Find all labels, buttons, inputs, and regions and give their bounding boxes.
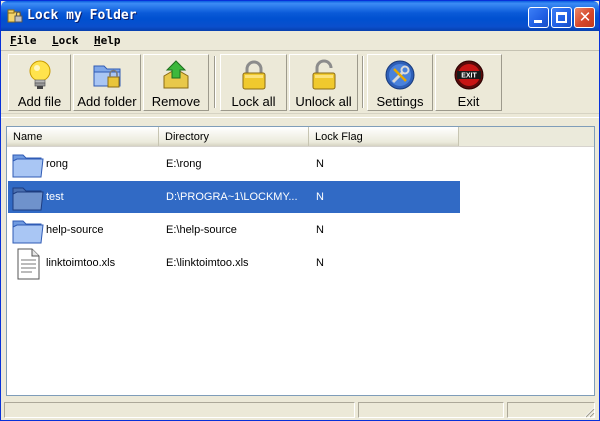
row-name: help-source: [46, 224, 104, 236]
settings-label: Settings: [376, 94, 424, 109]
toolbar-strip: [1, 117, 599, 125]
list-header: Name Directory Lock Flag: [7, 127, 594, 147]
padlock-open-icon: [312, 59, 335, 90]
file-list[interactable]: Name Directory Lock Flag rong E:\rong N …: [6, 126, 595, 396]
row-directory: D:\PROGRA~1\LOCKMY...: [166, 191, 298, 203]
gear-settings-icon: [385, 60, 415, 90]
row-directory: E:\help-source: [166, 224, 237, 236]
unlock-all-button[interactable]: Unlock all: [289, 54, 358, 111]
row-name: linktoimtoo.xls: [46, 257, 116, 269]
column-header-name[interactable]: Name: [7, 127, 159, 146]
window-title: Lock my Folder: [27, 8, 137, 23]
row-directory: E:\rong: [166, 158, 202, 170]
row-lock-flag: N: [316, 257, 324, 269]
column-header-lock-flag[interactable]: Lock Flag: [309, 127, 459, 146]
row-directory: E:\linktoimtoo.xls: [166, 257, 249, 269]
app-icon: [7, 9, 23, 23]
lightbulb-icon: [29, 60, 50, 89]
list-row[interactable]: help-source E:\help-source N: [8, 214, 460, 246]
row-lock-flag: N: [316, 224, 324, 236]
menu-lock[interactable]: Lock: [52, 34, 79, 47]
resize-grip-icon[interactable]: [583, 406, 595, 418]
folder-icon: [12, 187, 44, 211]
maximize-icon: [556, 12, 567, 23]
add-file-label: Add file: [17, 94, 62, 109]
toolbar: Add file Add folder Remove Lock all Unlo…: [1, 52, 599, 114]
list-row[interactable]: rong E:\rong N: [8, 148, 460, 180]
status-bar: [1, 400, 599, 420]
app-window: Lock my Folder ✕ File Lock Help Add file: [0, 0, 600, 421]
menu-help[interactable]: Help: [94, 34, 121, 47]
remove-arrow-icon: [163, 60, 189, 89]
status-panel-3: [507, 402, 595, 418]
padlock-closed-icon: [242, 60, 265, 90]
list-row-selected[interactable]: test D:\PROGRA~1\LOCKMY... N: [8, 181, 460, 213]
title-bar[interactable]: Lock my Folder ✕: [1, 1, 599, 31]
document-file-icon: [17, 248, 40, 280]
exit-label: Exit: [457, 94, 480, 109]
close-button[interactable]: ✕: [574, 7, 595, 28]
menu-bar: File Lock Help: [1, 31, 599, 51]
list-row[interactable]: linktoimtoo.xls E:\linktoimtoo.xls N: [8, 247, 460, 280]
row-lock-flag: N: [316, 191, 324, 203]
minimize-icon: [534, 20, 542, 23]
svg-text:EXIT: EXIT: [461, 73, 477, 80]
maximize-button[interactable]: [551, 7, 572, 28]
add-folder-button[interactable]: Add folder: [73, 54, 141, 111]
toolbar-separator: [362, 56, 364, 108]
remove-label: Remove: [151, 94, 201, 109]
add-folder-label: Add folder: [77, 94, 137, 109]
add-file-button[interactable]: Add file: [8, 54, 71, 111]
close-icon: ✕: [578, 8, 592, 26]
unlock-all-label: Unlock all: [295, 94, 352, 109]
folder-icon: [12, 154, 44, 178]
status-panel-2: [358, 402, 504, 418]
lock-all-button[interactable]: Lock all: [220, 54, 287, 111]
menu-file[interactable]: File: [10, 34, 37, 47]
settings-button[interactable]: Settings: [367, 54, 433, 111]
minimize-button[interactable]: [528, 7, 549, 28]
lock-all-label: Lock all: [231, 94, 276, 109]
exit-icon: EXIT: [454, 60, 483, 90]
remove-button[interactable]: Remove: [143, 54, 209, 111]
column-header-directory[interactable]: Directory: [159, 127, 309, 146]
exit-button[interactable]: EXIT Exit: [435, 54, 502, 111]
folder-lock-icon: [93, 65, 121, 88]
row-name: test: [46, 191, 64, 203]
toolbar-separator: [214, 56, 216, 108]
folder-icon: [12, 220, 44, 244]
row-lock-flag: N: [316, 158, 324, 170]
row-name: rong: [46, 158, 69, 170]
status-panel-main: [4, 402, 355, 418]
